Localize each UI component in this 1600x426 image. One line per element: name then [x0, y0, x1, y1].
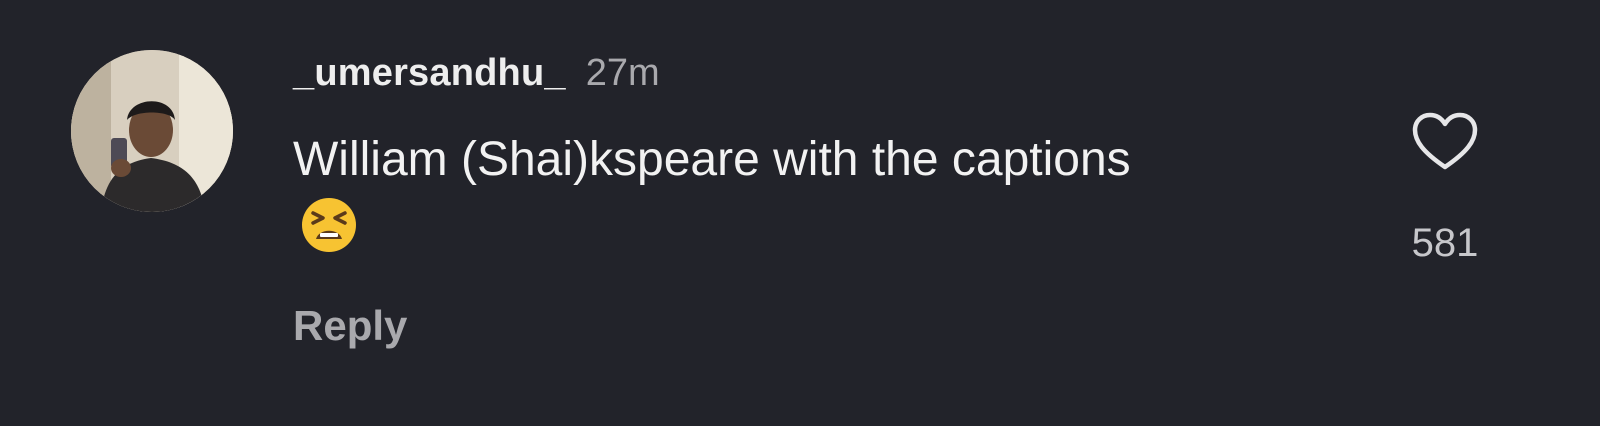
comment-item: _umersandhu_ 27m William (Shai)kspeare w… [0, 0, 1600, 426]
username[interactable]: _umersandhu_ [293, 52, 566, 95]
like-count: 581 [1411, 221, 1479, 265]
comment-text-content: William (Shai)kspeare with the captions [293, 133, 1131, 186]
like-section: 581 [1400, 112, 1490, 266]
avatar[interactable] [71, 50, 233, 212]
reply-button[interactable]: Reply [293, 302, 407, 350]
avatar-photo [71, 50, 233, 212]
comment-body: _umersandhu_ 27m William (Shai)kspeare w… [293, 52, 1343, 350]
tired-face-emoji-icon [299, 195, 359, 255]
timestamp: 27m [585, 52, 660, 94]
heart-outline-icon[interactable] [1411, 112, 1479, 172]
comment-meta: _umersandhu_ 27m [293, 52, 1343, 104]
comment-text: William (Shai)kspeare with the captions [293, 126, 1193, 262]
